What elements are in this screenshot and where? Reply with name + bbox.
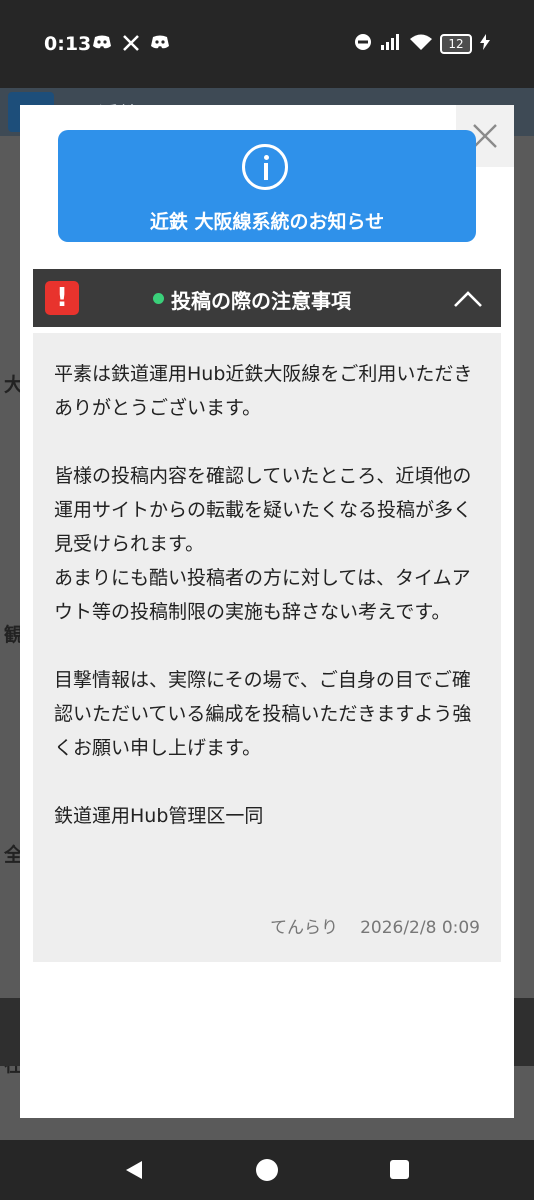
home-icon[interactable] [256, 1159, 278, 1181]
chevron-up-icon[interactable] [453, 289, 483, 309]
post-meta: てんらり 2026/2/8 0:09 [270, 913, 480, 938]
navigation-bar [0, 1140, 534, 1200]
alert-icon: ! [45, 281, 79, 315]
notification-icons [92, 34, 170, 57]
notice-content: 平素は鉄道運用Hub近鉄大阪線をご利用いただきありがとうございます。 皆様の投稿… [33, 333, 501, 962]
discord-icon [150, 34, 170, 57]
notice-banner: 近鉄 大阪線系統のお知らせ [58, 130, 476, 242]
section-header[interactable]: ! 投稿の際の注意事項 [33, 269, 501, 327]
wifi-icon [410, 34, 432, 54]
notice-body: 平素は鉄道運用Hub近鉄大阪線をご利用いただきありがとうございます。 皆様の投稿… [54, 363, 473, 827]
section-title: 投稿の際の注意事項 [171, 289, 351, 313]
post-author: てんらり [270, 918, 339, 938]
notice-title: 近鉄 大阪線系統のお知らせ [149, 211, 385, 233]
battery-icon: 12 [440, 34, 472, 54]
info-icon [242, 144, 288, 190]
back-icon[interactable] [124, 1160, 144, 1180]
dnd-icon [354, 33, 372, 55]
discord-icon [92, 34, 112, 57]
signal-icon [380, 34, 402, 54]
system-icons: 12 [354, 33, 490, 55]
announcement-modal: 近鉄 大阪線系統のお知らせ ! 投稿の際の注意事項 平素は鉄道運用Hub近鉄大阪… [20, 105, 514, 1118]
x-icon [122, 34, 140, 57]
charging-icon [480, 34, 490, 54]
recent-apps-icon[interactable] [390, 1160, 409, 1179]
status-bar: 0:13 12 [0, 0, 534, 88]
status-time: 0:13 [44, 33, 92, 55]
post-timestamp: 2026/2/8 0:09 [360, 918, 480, 938]
status-dot [153, 293, 164, 304]
